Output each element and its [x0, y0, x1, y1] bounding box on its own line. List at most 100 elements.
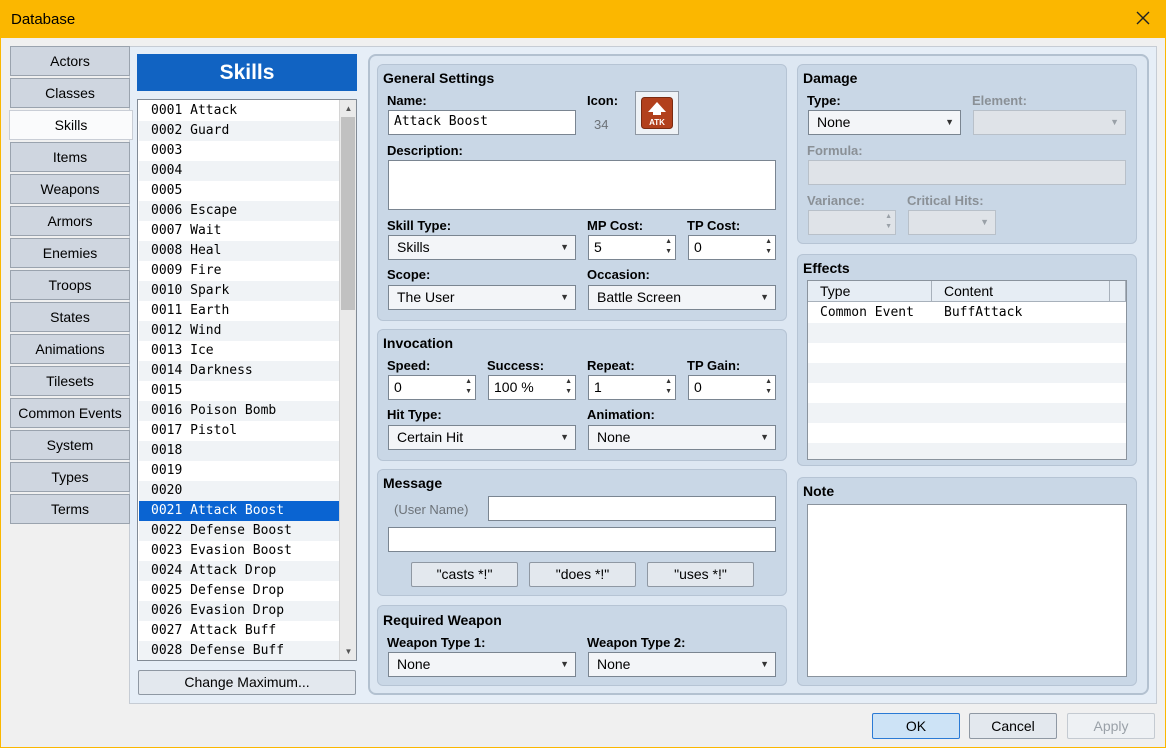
occasion-select[interactable]: Battle Screen ▼ — [588, 285, 776, 310]
table-row[interactable] — [808, 363, 1126, 383]
list-item[interactable]: 0007 Wait — [139, 221, 340, 241]
list-item[interactable]: 0025 Defense Drop — [139, 581, 340, 601]
tab-system[interactable]: System — [10, 430, 130, 460]
uses-button[interactable]: "uses *!" — [647, 562, 754, 587]
list-item[interactable]: 0023 Evasion Boost — [139, 541, 340, 561]
list-item[interactable]: 0028 Defense Buff — [139, 641, 340, 660]
column-header-type[interactable]: Type — [808, 281, 932, 302]
tab-classes[interactable]: Classes — [10, 78, 130, 108]
tab-actors[interactable]: Actors — [10, 46, 130, 76]
table-row[interactable] — [808, 403, 1126, 423]
list-item[interactable]: 0005 — [139, 181, 340, 201]
list-item[interactable]: 0010 Spark — [139, 281, 340, 301]
table-row[interactable] — [808, 383, 1126, 403]
cancel-button[interactable]: Cancel — [969, 713, 1057, 739]
message-line-1[interactable] — [488, 496, 776, 521]
close-icon[interactable] — [1134, 9, 1152, 27]
table-row[interactable]: Common Event BuffAttack — [808, 303, 1126, 323]
list-item[interactable]: 0009 Fire — [139, 261, 340, 281]
ok-button[interactable]: OK — [872, 713, 960, 739]
skill-type-select[interactable]: Skills ▼ — [388, 235, 576, 260]
list-item-selected[interactable]: 0021 Attack Boost — [139, 501, 340, 521]
list-item[interactable]: 0001 Attack — [139, 101, 340, 121]
tab-weapons[interactable]: Weapons — [10, 174, 130, 204]
list-item[interactable]: 0006 Escape — [139, 201, 340, 221]
stepper-arrows-icon[interactable]: ▲ ▼ — [565, 377, 572, 397]
list-item[interactable]: 0019 — [139, 461, 340, 481]
table-row[interactable] — [808, 343, 1126, 363]
list-item[interactable]: 0015 — [139, 381, 340, 401]
tab-types[interactable]: Types — [10, 462, 130, 492]
list-header: Skills — [137, 54, 357, 91]
tab-troops[interactable]: Troops — [10, 270, 130, 300]
effects-table[interactable]: Type Content Common Event BuffAttack — [807, 280, 1127, 460]
success-stepper[interactable]: 100 % ▲ ▼ — [488, 375, 576, 400]
stepper-arrows-icon[interactable]: ▲ ▼ — [665, 377, 672, 397]
scope-select[interactable]: The User ▼ — [388, 285, 576, 310]
list-item[interactable]: 0012 Wind — [139, 321, 340, 341]
stepper-arrows-icon[interactable]: ▲ ▼ — [765, 377, 772, 397]
tab-skills[interactable]: Skills — [9, 110, 133, 140]
damage-type-select[interactable]: None ▼ — [808, 110, 961, 135]
skills-list[interactable]: 0001 Attack 0002 Guard 0003 0004 0005 00… — [137, 99, 357, 661]
table-row[interactable] — [808, 423, 1126, 443]
stepper-arrows-icon[interactable]: ▲ ▼ — [465, 377, 472, 397]
icon-picker[interactable]: ATK — [635, 91, 679, 135]
message-line-2[interactable] — [388, 527, 776, 552]
effect-content-cell: BuffAttack — [944, 305, 1023, 320]
list-item[interactable]: 0018 — [139, 441, 340, 461]
stepper-arrows-icon[interactable]: ▲ ▼ — [765, 237, 772, 257]
scroll-up-icon[interactable]: ▲ — [340, 100, 356, 117]
tab-items[interactable]: Items — [10, 142, 130, 172]
tab-tilesets[interactable]: Tilesets — [10, 366, 130, 396]
chevron-down-icon: ▼ — [560, 292, 569, 302]
invocation-title: Invocation — [383, 335, 454, 351]
list-item[interactable]: 0013 Ice — [139, 341, 340, 361]
tab-terms[interactable]: Terms — [10, 494, 130, 524]
chevron-down-icon: ▼ — [560, 659, 569, 669]
hit-type-select[interactable]: Certain Hit ▼ — [388, 425, 576, 450]
tp-gain-stepper[interactable]: 0 ▲ ▼ — [688, 375, 776, 400]
tab-animations[interactable]: Animations — [10, 334, 130, 364]
list-item[interactable]: 0026 Evasion Drop — [139, 601, 340, 621]
note-field[interactable] — [807, 504, 1127, 677]
list-scrollbar[interactable]: ▲ ▼ — [339, 100, 356, 660]
list-item[interactable]: 0017 Pistol — [139, 421, 340, 441]
tab-armors[interactable]: Armors — [10, 206, 130, 236]
list-item[interactable]: 0024 Attack Drop — [139, 561, 340, 581]
table-row[interactable] — [808, 323, 1126, 343]
list-item[interactable]: 0004 — [139, 161, 340, 181]
tab-enemies[interactable]: Enemies — [10, 238, 130, 268]
scroll-thumb[interactable] — [341, 117, 355, 310]
does-button[interactable]: "does *!" — [529, 562, 636, 587]
general-settings-title: General Settings — [383, 70, 495, 86]
list-item[interactable]: 0022 Defense Boost — [139, 521, 340, 541]
list-item[interactable]: 0011 Earth — [139, 301, 340, 321]
speed-stepper[interactable]: 0 ▲ ▼ — [388, 375, 476, 400]
name-field[interactable]: Attack Boost — [388, 110, 576, 135]
list-item[interactable]: 0002 Guard — [139, 121, 340, 141]
chevron-down-icon: ▼ — [760, 432, 769, 442]
list-item[interactable]: 0016 Poison Bomb — [139, 401, 340, 421]
list-item[interactable]: 0014 Darkness — [139, 361, 340, 381]
stepper-arrows-icon[interactable]: ▲ ▼ — [665, 237, 672, 257]
scroll-down-icon[interactable]: ▼ — [340, 643, 356, 660]
column-header-content[interactable]: Content — [932, 281, 1110, 302]
animation-select[interactable]: None ▼ — [588, 425, 776, 450]
casts-button[interactable]: "casts *!" — [411, 562, 518, 587]
table-row[interactable] — [808, 443, 1126, 459]
list-item[interactable]: 0003 — [139, 141, 340, 161]
change-maximum-button[interactable]: Change Maximum... — [138, 670, 356, 695]
weapon-type-2-select[interactable]: None ▼ — [588, 652, 776, 677]
list-item[interactable]: 0027 Attack Buff — [139, 621, 340, 641]
tab-states[interactable]: States — [10, 302, 130, 332]
list-item[interactable]: 0008 Heal — [139, 241, 340, 261]
repeat-stepper[interactable]: 1 ▲ ▼ — [588, 375, 676, 400]
tab-common-events[interactable]: Common Events — [10, 398, 130, 428]
mp-cost-stepper[interactable]: 5 ▲ ▼ — [588, 235, 676, 260]
weapon-type-1-select[interactable]: None ▼ — [388, 652, 576, 677]
list-item[interactable]: 0020 — [139, 481, 340, 501]
description-field[interactable] — [388, 160, 776, 210]
tp-cost-stepper[interactable]: 0 ▲ ▼ — [688, 235, 776, 260]
effects-title: Effects — [803, 260, 850, 276]
